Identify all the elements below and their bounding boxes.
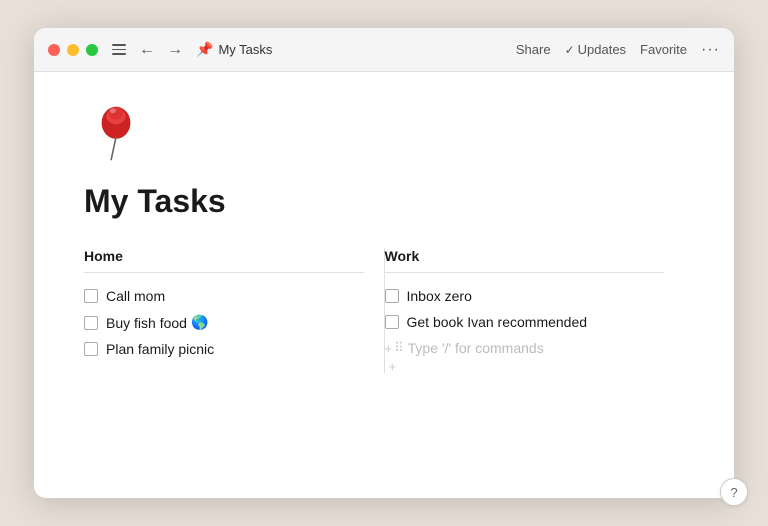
updates-label: Updates <box>578 42 626 57</box>
close-button[interactable] <box>48 44 60 56</box>
share-button[interactable]: Share <box>516 42 551 57</box>
new-item-icons: + ⠿ <box>385 340 404 356</box>
more-button[interactable]: ··· <box>701 41 720 59</box>
forward-button[interactable]: → <box>164 39 186 61</box>
task-checkbox-plan-picnic[interactable] <box>84 342 98 356</box>
task-checkbox-call-mom[interactable] <box>84 289 98 303</box>
drag-icon: ⠿ <box>394 340 404 356</box>
new-item-placeholder[interactable]: Type '/' for commands <box>408 340 544 356</box>
maximize-button[interactable] <box>86 44 98 56</box>
nav-buttons: ← → <box>136 39 186 61</box>
titlebar-title-text: My Tasks <box>218 42 272 57</box>
columns-container: Home Call mom Buy fish food 🌎 Plan famil… <box>84 248 684 374</box>
column-home: Home Call mom Buy fish food 🌎 Plan famil… <box>84 248 384 374</box>
app-window: ← → 📌 My Tasks Share ✓ Updates Favorite … <box>34 28 734 498</box>
back-button[interactable]: ← <box>136 39 158 61</box>
task-checkbox-inbox-zero[interactable] <box>385 289 399 303</box>
updates-button[interactable]: ✓ Updates <box>565 42 626 57</box>
new-item-row: + ⠿ Type '/' for commands <box>385 335 665 361</box>
task-checkbox-buy-fish-food[interactable] <box>84 316 98 330</box>
task-item: Call mom <box>84 283 364 309</box>
more-icon: ··· <box>701 41 720 58</box>
fish-food-emoji: 🌎 <box>191 314 208 331</box>
task-checkbox-get-book[interactable] <box>385 315 399 329</box>
task-item: Buy fish food 🌎 <box>84 309 364 336</box>
task-label-plan-picnic: Plan family picnic <box>106 341 214 357</box>
column-header-home: Home <box>84 248 364 273</box>
task-label-inbox-zero: Inbox zero <box>407 288 472 304</box>
plus-icon: + <box>385 341 393 356</box>
pin-icon: 📌 <box>196 41 213 58</box>
task-label-get-book: Get book Ivan recommended <box>407 314 588 330</box>
page-pin-icon <box>84 102 148 166</box>
page-title: My Tasks <box>84 183 684 220</box>
task-label-call-mom: Call mom <box>106 288 165 304</box>
task-item: Inbox zero <box>385 283 665 309</box>
page-content: My Tasks Home Call mom Buy fish food 🌎 P… <box>34 72 734 498</box>
task-item: Plan family picnic <box>84 336 364 362</box>
titlebar-page-title: 📌 My Tasks <box>196 41 272 58</box>
titlebar: ← → 📌 My Tasks Share ✓ Updates Favorite … <box>34 28 734 72</box>
column-work: Work Inbox zero Get book Ivan recommende… <box>385 248 685 374</box>
checkmark-icon: ✓ <box>565 43 575 57</box>
task-label-buy-fish-food: Buy fish food 🌎 <box>106 314 208 331</box>
favorite-button[interactable]: Favorite <box>640 42 687 57</box>
task-item: Get book Ivan recommended <box>385 309 665 335</box>
extra-plus: + <box>385 359 665 374</box>
titlebar-actions: Share ✓ Updates Favorite ··· <box>516 41 720 59</box>
menu-icon[interactable] <box>112 44 126 55</box>
minimize-button[interactable] <box>67 44 79 56</box>
traffic-lights <box>48 44 98 56</box>
column-header-work: Work <box>385 248 665 273</box>
